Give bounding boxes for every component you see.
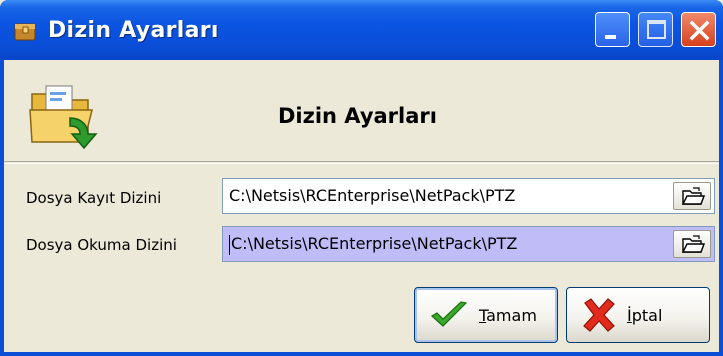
read-dir-value-prefix: C — [231, 234, 243, 253]
save-dir-browse-button[interactable] — [673, 182, 711, 210]
read-dir-label: Dosya Okuma Dizini — [26, 236, 177, 254]
minimize-button[interactable] — [595, 12, 630, 47]
page-title: Dizin Ayarları — [278, 104, 437, 128]
title-bar[interactable]: Dizin Ayarları — [0, 0, 723, 60]
read-dir-field[interactable]: C:\Netsis\RCEnterprise\NetPack\PTZ — [222, 226, 715, 262]
folder-open-arrow-icon — [26, 80, 106, 152]
ok-button[interactable]: Tamam — [414, 287, 558, 343]
read-dir-value: :\Netsis\RCEnterprise\NetPack\PTZ — [242, 234, 518, 253]
close-button[interactable] — [681, 12, 716, 47]
cancel-button-label: İptal — [627, 305, 663, 325]
window-title: Dizin Ayarları — [48, 18, 219, 43]
close-icon — [689, 20, 710, 41]
open-folder-icon — [681, 187, 705, 205]
open-folder-icon — [681, 235, 705, 253]
dialog-body: Dizin Ayarları Dosya Kayıt Dizini C:\Net… — [4, 60, 719, 352]
read-dir-browse-button[interactable] — [673, 230, 711, 258]
save-dir-field[interactable]: C:\Netsis\RCEnterprise\NetPack\PTZ — [222, 178, 715, 214]
maximize-button[interactable] — [638, 12, 673, 47]
ok-button-label: Tamam — [479, 305, 537, 325]
save-dir-value: C:\Netsis\RCEnterprise\NetPack\PTZ — [229, 186, 516, 205]
checkmark-icon — [430, 301, 468, 327]
app-icon — [12, 18, 38, 44]
maximize-icon — [647, 20, 666, 39]
red-x-icon — [583, 298, 615, 332]
cancel-button[interactable]: İptal — [566, 287, 710, 343]
form-panel: Dosya Kayıt Dizini C:\Netsis\RCEnterpris… — [4, 163, 719, 352]
save-dir-label: Dosya Kayıt Dizini — [26, 189, 162, 207]
dialog-window: Dizin Ayarları Dizin Ayarları Dosya Kayı… — [0, 0, 723, 356]
text-caret — [229, 234, 230, 255]
minimize-icon — [605, 35, 616, 39]
header-panel: Dizin Ayarları — [4, 60, 719, 162]
